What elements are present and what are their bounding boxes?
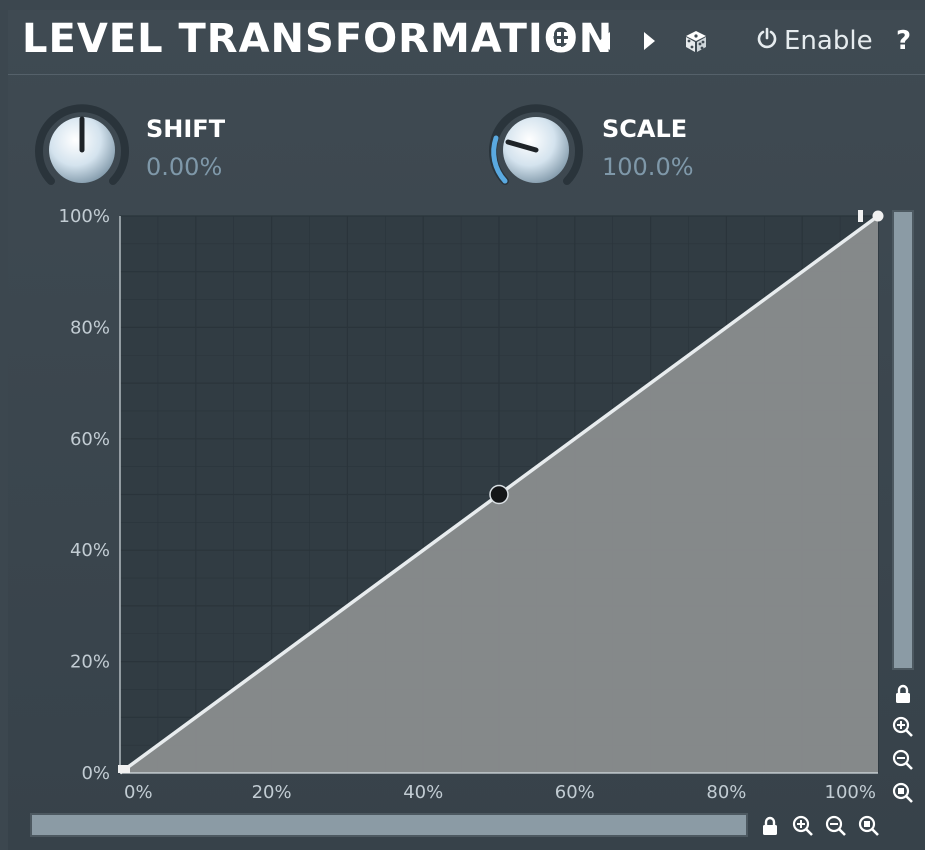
y-tick-label: 60% bbox=[70, 429, 110, 450]
y-tick-label: 0% bbox=[81, 763, 110, 784]
zoom-in-icon[interactable] bbox=[891, 715, 915, 739]
horizontal-zoom-scrollbar[interactable] bbox=[30, 813, 748, 837]
y-tick-label: 80% bbox=[70, 317, 110, 338]
end-handle-bar bbox=[858, 210, 863, 222]
y-tick-label: 40% bbox=[70, 540, 110, 561]
vertical-zoom-scrollbar[interactable] bbox=[892, 210, 914, 670]
lock-icon[interactable] bbox=[891, 682, 915, 706]
y-tick-label: 100% bbox=[59, 206, 110, 227]
x-tick-label: 60% bbox=[555, 782, 595, 803]
zoom-in-icon[interactable] bbox=[791, 814, 815, 838]
plugin-panel: LEVEL TRANSFORMATION Enable ? SHIFT 0.00… bbox=[8, 10, 925, 850]
start-handle bbox=[118, 765, 130, 773]
x-tick-label: 20% bbox=[252, 782, 292, 803]
x-tick-label: 100% bbox=[825, 782, 876, 803]
curve-control-point[interactable] bbox=[489, 484, 509, 505]
zoom-reset-icon[interactable] bbox=[891, 781, 915, 805]
zoom-reset-icon[interactable] bbox=[857, 814, 881, 838]
end-handle bbox=[872, 210, 884, 222]
x-tick-label: 40% bbox=[403, 782, 443, 803]
y-tick-label: 20% bbox=[70, 652, 110, 673]
zoom-out-icon[interactable] bbox=[891, 748, 915, 772]
lock-icon[interactable] bbox=[758, 814, 782, 838]
transfer-curve-chart[interactable]: 0% 20% 40% 60% 80% 100% 0% 20% 40% 60% 80% 100% bbox=[8, 10, 925, 810]
x-tick-label: 80% bbox=[706, 782, 746, 803]
zoom-out-icon[interactable] bbox=[824, 814, 848, 838]
x-tick-label: 0% bbox=[124, 782, 153, 803]
